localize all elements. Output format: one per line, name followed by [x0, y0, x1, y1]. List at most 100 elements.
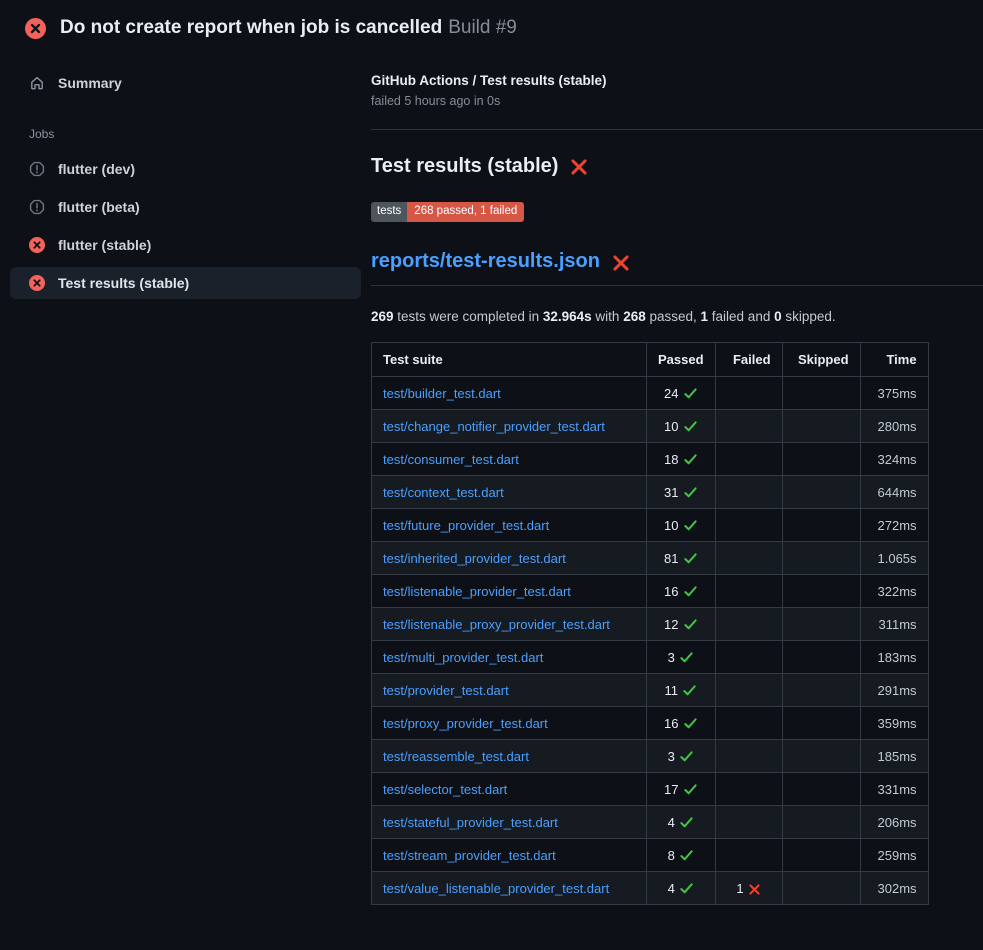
suite-cell: test/listenable_proxy_provider_test.dart [372, 608, 647, 641]
test-suite-link[interactable]: test/provider_test.dart [383, 683, 509, 698]
passed-cell: 17 [647, 773, 716, 806]
failed-cell: 1 [715, 872, 782, 905]
skipped-cell [782, 674, 860, 707]
time-cell: 311ms [860, 608, 928, 641]
time-cell: 183ms [860, 641, 928, 674]
test-suite-link[interactable]: test/builder_test.dart [383, 386, 501, 401]
report-file-link[interactable]: reports/test-results.json [371, 250, 600, 273]
skipped-cell [782, 707, 860, 740]
check-icon [679, 848, 694, 863]
check-icon [683, 419, 698, 434]
table-row: test/stateful_provider_test.dart4206ms [372, 806, 929, 839]
passed-cell: 81 [647, 542, 716, 575]
sidebar-item-flutter-stable[interactable]: flutter (stable) [10, 229, 361, 261]
cancelled-stop-icon [29, 161, 45, 177]
section-title: Test results (stable) [371, 155, 983, 178]
failed-x-circle-icon [29, 237, 45, 253]
failed-cell [715, 740, 782, 773]
test-suite-link[interactable]: test/value_listenable_provider_test.dart [383, 881, 609, 896]
sidebar-item-label: flutter (dev) [58, 161, 135, 177]
test-suite-link[interactable]: test/listenable_provider_test.dart [383, 584, 571, 599]
passed-count: 268 [623, 309, 646, 324]
skipped-cell [782, 773, 860, 806]
time-cell: 291ms [860, 674, 928, 707]
table-row: test/future_provider_test.dart 10 272ms [372, 509, 929, 542]
test-suite-link[interactable]: test/selector_test.dart [383, 782, 507, 797]
passed-cell: 3 [647, 641, 716, 674]
sidebar: Summary Jobs flutter (dev) [0, 46, 371, 305]
test-suite-link[interactable]: test/consumer_test.dart [383, 452, 519, 467]
failed-cell [715, 509, 782, 542]
table-row: test/listenable_provider_test.dart16322m… [372, 575, 929, 608]
test-suite-link[interactable]: test/stream_provider_test.dart [383, 848, 556, 863]
failed-cell [715, 443, 782, 476]
test-suite-link[interactable]: test/listenable_proxy_provider_test.dart [383, 617, 610, 632]
check-icon [683, 386, 698, 401]
suite-cell: test/inherited_provider_test.dart [372, 542, 647, 575]
table-row: test/change_notifier_provider_test.dart1… [372, 410, 929, 443]
fail-x-icon [748, 883, 761, 896]
sidebar-item-flutter-dev[interactable]: flutter (dev) [10, 153, 361, 185]
suite-cell: test/provider_test.dart [372, 674, 647, 707]
badge-value: 268 passed, 1 failed [407, 202, 524, 223]
page: Do not create report when job is cancell… [0, 0, 983, 950]
skipped-cell [782, 443, 860, 476]
passed-cell: 4 [647, 806, 716, 839]
sidebar-item-flutter-beta[interactable]: flutter (beta) [10, 191, 361, 223]
suite-cell: test/value_listenable_provider_test.dart [372, 872, 647, 905]
time-cell: 259ms [860, 839, 928, 872]
passed-cell: 10 [647, 509, 716, 542]
jobs-heading: Jobs [29, 127, 371, 141]
check-icon [679, 881, 694, 896]
test-results-table: Test suite Passed Failed Skipped Time te… [371, 342, 929, 905]
check-icon [682, 683, 697, 698]
test-suite-link[interactable]: test/context_test.dart [383, 485, 504, 500]
suite-cell: test/future_provider_test.dart [372, 509, 647, 542]
skipped-cell [782, 806, 860, 839]
test-suite-link[interactable]: test/change_notifier_provider_test.dart [383, 419, 605, 434]
test-suite-link[interactable]: test/reassemble_test.dart [383, 749, 529, 764]
time-cell: 1.065s [860, 542, 928, 575]
test-suite-link[interactable]: test/multi_provider_test.dart [383, 650, 543, 665]
table-header-row: Test suite Passed Failed Skipped Time [372, 343, 929, 377]
skipped-cell [782, 872, 860, 905]
check-icon [683, 716, 698, 731]
failed-cell [715, 674, 782, 707]
time-cell: 324ms [860, 443, 928, 476]
time-cell: 185ms [860, 740, 928, 773]
check-icon [679, 815, 694, 830]
passed-cell: 18 [647, 443, 716, 476]
passed-cell: 4 [647, 872, 716, 905]
test-suite-link[interactable]: test/stateful_provider_test.dart [383, 815, 558, 830]
suite-cell: test/builder_test.dart [372, 377, 647, 410]
skipped-cell [782, 542, 860, 575]
check-icon [683, 452, 698, 467]
passed-cell: 16 [647, 575, 716, 608]
check-icon [683, 584, 698, 599]
skipped-cell [782, 839, 860, 872]
failed-cell [715, 806, 782, 839]
passed-cell: 31 [647, 476, 716, 509]
suite-cell: test/listenable_provider_test.dart [372, 575, 647, 608]
sidebar-item-label: Test results (stable) [58, 275, 189, 291]
layout: Summary Jobs flutter (dev) [0, 46, 983, 906]
sidebar-item-summary[interactable]: Summary [10, 67, 361, 99]
suite-cell: test/selector_test.dart [372, 773, 647, 806]
failed-cell [715, 707, 782, 740]
suite-cell: test/stateful_provider_test.dart [372, 806, 647, 839]
sidebar-item-test-results-stable[interactable]: Test results (stable) [10, 267, 361, 299]
skipped-cell [782, 509, 860, 542]
check-icon [683, 518, 698, 533]
badge-label: tests [371, 202, 407, 223]
time-cell: 272ms [860, 509, 928, 542]
suite-cell: test/context_test.dart [372, 476, 647, 509]
tests-status-badge: tests 268 passed, 1 failed [371, 202, 524, 223]
test-suite-link[interactable]: test/future_provider_test.dart [383, 518, 549, 533]
test-suite-link[interactable]: test/proxy_provider_test.dart [383, 716, 548, 731]
sidebar-item-label: Summary [58, 75, 122, 91]
test-suite-link[interactable]: test/inherited_provider_test.dart [383, 551, 566, 566]
fail-x-icon [570, 158, 588, 176]
col-header-test-suite: Test suite [372, 343, 647, 377]
total-count: 269 [371, 309, 394, 324]
suite-cell: test/multi_provider_test.dart [372, 641, 647, 674]
